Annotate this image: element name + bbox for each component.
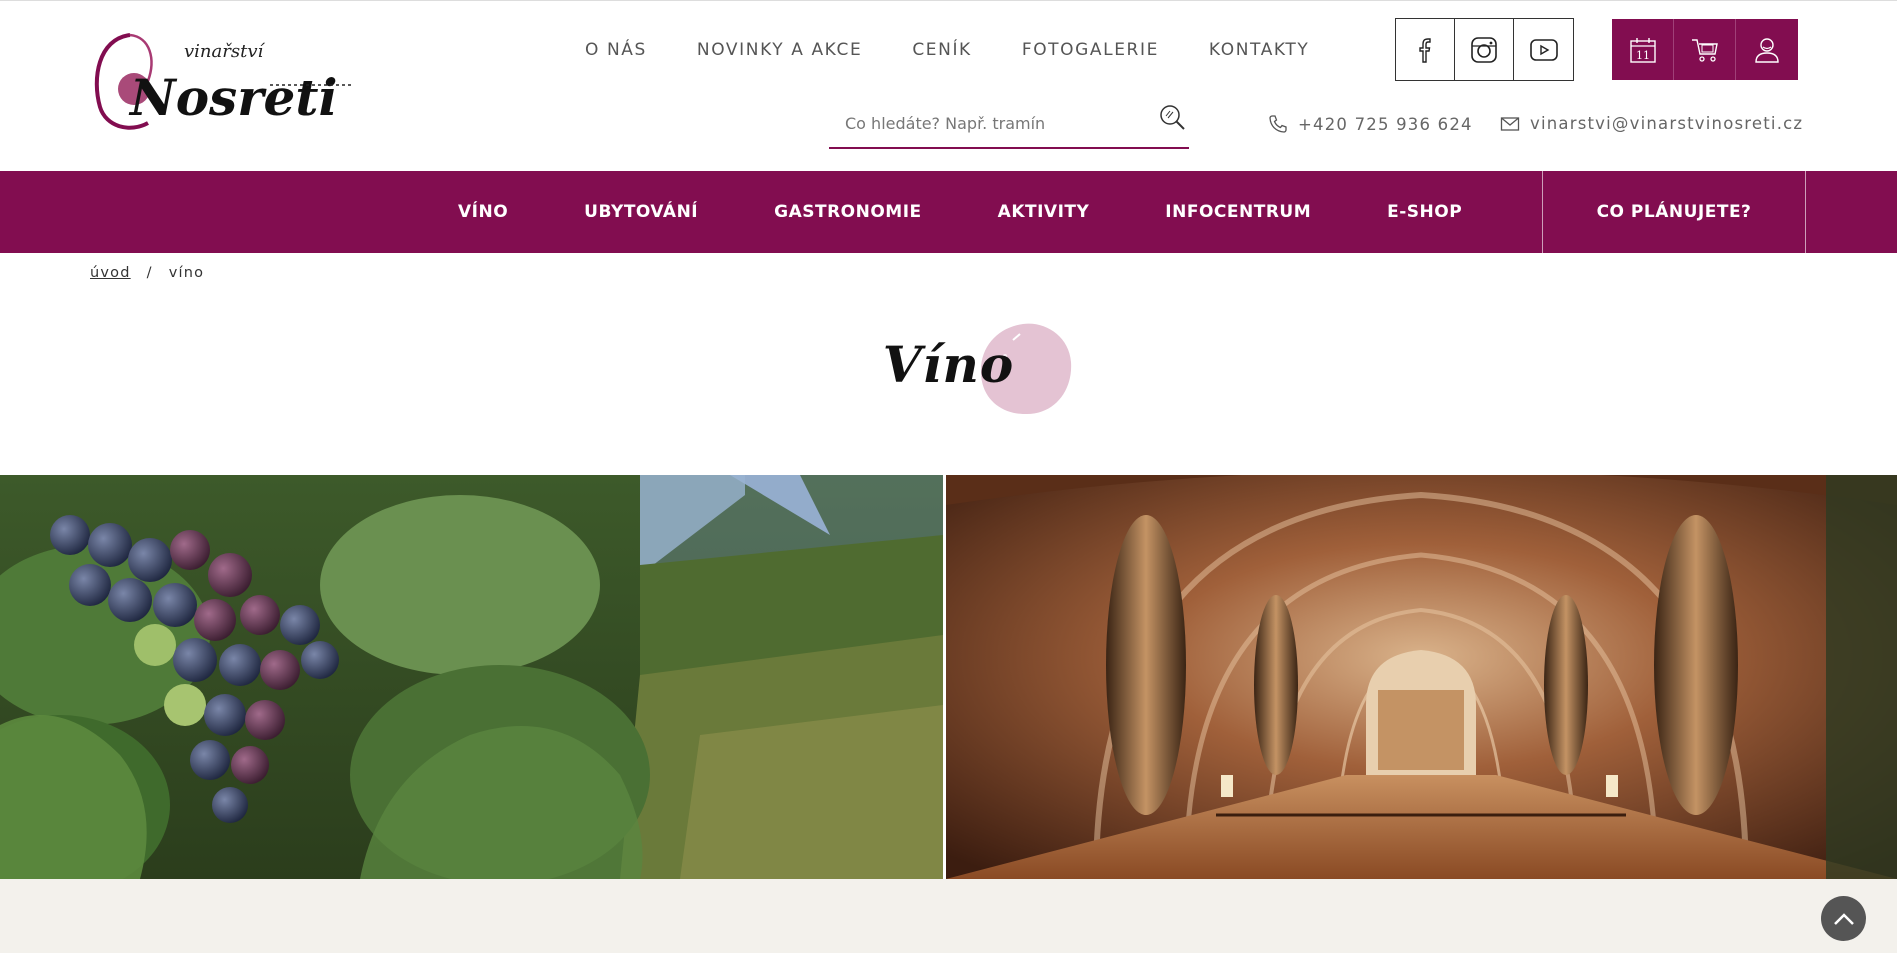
facebook-icon[interactable] [1396,19,1455,80]
top-nav-fotogalerie[interactable]: FOTOGALERIE [1022,39,1159,61]
breadcrumb-separator: / [146,265,153,281]
breadcrumb: úvod / víno [90,265,204,281]
main-nav-eshop[interactable]: E-SHOP [1387,202,1462,222]
calendar-icon[interactable]: 11 [1612,19,1674,80]
content-background [0,879,1897,953]
page-title: Víno [882,335,1015,394]
top-navigation: O NÁS NOVINKY A AKCE CENÍK FOTOGALERIE K… [585,39,1359,61]
search-box [829,101,1189,149]
cart-icon[interactable] [1674,19,1736,80]
main-nav-gastronomie[interactable]: GASTRONOMIE [774,202,922,222]
main-nav-vino[interactable]: VÍNO [458,202,508,222]
mail-icon [1500,116,1520,131]
main-nav-ubytovani[interactable]: UBYTOVÁNÍ [584,202,698,222]
top-nav-cenik[interactable]: CENÍK [912,39,972,61]
youtube-icon[interactable] [1514,19,1573,80]
phone-icon [1269,115,1287,133]
phone-number: +420 725 936 624 [1298,114,1473,134]
contact-email[interactable]: vinarstvi@vinarstvinosreti.cz [1500,114,1803,133]
grapes-vineyard-image [0,475,943,879]
chevron-up-icon [1833,912,1854,925]
contact-phone[interactable]: +420 725 936 624 [1268,114,1473,134]
svg-text:11: 11 [1636,49,1650,62]
site-logo[interactable]: vinařství Nosreti [90,29,360,137]
breadcrumb-current: víno [168,265,205,281]
wine-cellar-image [946,475,1897,879]
site-header: vinařství Nosreti O NÁS NOVINKY A AKCE C… [0,0,1897,171]
main-navigation: VÍNO UBYTOVÁNÍ GASTRONOMIE AKTIVITY INFO… [0,171,1897,253]
top-nav-kontakty[interactable]: KONTAKTY [1209,39,1309,61]
top-nav-novinky[interactable]: NOVINKY A AKCE [697,39,862,61]
email-address: vinarstvi@vinarstvinosreti.cz [1530,114,1804,133]
main-nav-aktivity[interactable]: AKTIVITY [998,202,1090,222]
instagram-icon[interactable] [1455,19,1514,80]
plan-menu-button[interactable]: CO PLÁNUJETE? [1542,171,1806,253]
main-nav-infocentrum[interactable]: INFOCENTRUM [1165,202,1311,222]
logo-main-text: Nosreti [128,68,337,127]
scroll-to-top-button[interactable] [1821,896,1866,941]
search-icon[interactable] [1157,103,1189,135]
social-links [1395,18,1574,81]
user-icon[interactable] [1736,19,1798,80]
logo-small-text: vinařství [184,41,265,62]
search-input[interactable] [845,111,1145,135]
breadcrumb-home[interactable]: úvod [90,265,131,281]
top-nav-o-nas[interactable]: O NÁS [585,39,647,61]
quick-actions: 11 [1612,19,1798,80]
